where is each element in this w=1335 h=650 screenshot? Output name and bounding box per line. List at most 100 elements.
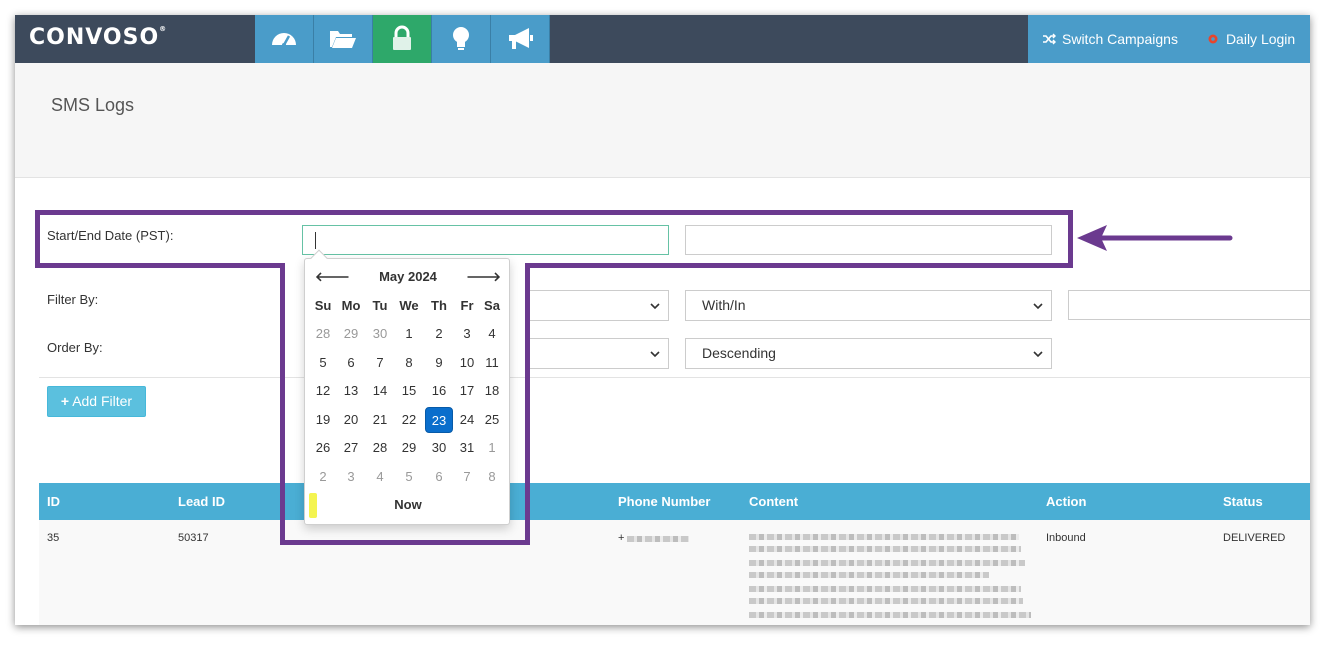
convoso-logo[interactable]: CONVOSO® [29, 25, 167, 50]
announcements-nav-button[interactable] [491, 15, 550, 63]
calendar-day[interactable]: 23 [425, 406, 453, 433]
folder-icon [330, 31, 356, 48]
calendar-day[interactable]: 5 [309, 350, 337, 376]
next-month-icon[interactable]: 🡒 [466, 269, 501, 285]
column-header-content[interactable]: Content [749, 483, 798, 520]
table-row[interactable]: 35 50317 + Inbound DELIVERED [39, 520, 1310, 625]
calendar-day[interactable]: 6 [425, 464, 453, 490]
column-header-lead-id[interactable]: Lead ID [178, 483, 225, 520]
calendar-day[interactable]: 13 [337, 378, 365, 404]
switch-campaigns-link[interactable]: Switch Campaigns [1028, 31, 1192, 47]
calendar-day[interactable]: 8 [395, 350, 423, 376]
calendar-day[interactable]: 28 [309, 321, 337, 347]
add-filter-label: Add Filter [72, 393, 133, 409]
main-nav [255, 15, 550, 63]
column-header-id[interactable]: ID [47, 483, 60, 520]
filter-operator-select[interactable]: With/In [685, 290, 1052, 321]
day-of-week-label: Mo [341, 298, 361, 313]
column-header-phone[interactable]: Phone Number [618, 483, 710, 520]
now-button[interactable]: Now [305, 497, 511, 512]
calendar-day[interactable]: 6 [337, 350, 365, 376]
app-window: CONVOSO® Switch Campaigns Daily Login SM… [15, 15, 1310, 625]
redacted-content [749, 546, 1021, 552]
calendar-day[interactable]: 10 [453, 350, 481, 376]
order-direction-select[interactable]: Descending [685, 338, 1052, 369]
calendar-day[interactable]: 29 [337, 321, 365, 347]
calendar-day[interactable]: 22 [395, 407, 423, 433]
add-filter-button[interactable]: + Add Filter [47, 386, 146, 417]
day-of-week-label: Tu [372, 298, 388, 313]
calendar-day[interactable]: 7 [366, 350, 394, 376]
datepicker-header: May 2024 🡐 🡒 [305, 269, 511, 287]
megaphone-icon [509, 28, 533, 49]
calendar-day[interactable]: 12 [309, 378, 337, 404]
calendar-day[interactable]: 1 [395, 321, 423, 347]
calendar-day[interactable]: 11 [478, 350, 506, 376]
calendar-day[interactable]: 28 [366, 435, 394, 461]
filter-operator-value: With/In [702, 297, 746, 313]
dashboard-nav-button[interactable] [255, 15, 314, 63]
redacted-content [749, 560, 1025, 566]
calendar-day[interactable]: 24 [453, 407, 481, 433]
calendar-day[interactable]: 1 [478, 435, 506, 461]
calendar-day[interactable]: 21 [366, 407, 394, 433]
calendar-day[interactable]: 31 [453, 435, 481, 461]
cell-id: 35 [47, 532, 60, 544]
calendar-day[interactable]: 14 [366, 378, 394, 404]
calendar-day[interactable]: 29 [395, 435, 423, 461]
day-of-week-label: Su [314, 298, 332, 313]
prev-month-icon[interactable]: 🡐 [315, 269, 350, 285]
calendar-day[interactable]: 3 [337, 464, 365, 490]
day-of-week-label: Fr [460, 298, 474, 313]
calendar-day[interactable]: 7 [453, 464, 481, 490]
cell-action: Inbound [1046, 532, 1086, 544]
plus-icon: + [60, 393, 70, 409]
calendar-day[interactable]: 19 [309, 407, 337, 433]
switch-campaigns-label: Switch Campaigns [1062, 31, 1178, 47]
calendar-day[interactable]: 27 [337, 435, 365, 461]
column-header-status[interactable]: Status [1223, 483, 1263, 520]
form-divider [39, 377, 1310, 378]
calendar-day[interactable]: 25 [478, 407, 506, 433]
calendar-day[interactable]: 26 [309, 435, 337, 461]
cell-phone: + [618, 532, 625, 544]
calendar-day[interactable]: 18 [478, 378, 506, 404]
filter-value-input[interactable] [1068, 290, 1310, 320]
calendar-day[interactable]: 2 [425, 321, 453, 347]
files-nav-button[interactable] [314, 15, 373, 63]
shuffle-icon [1043, 33, 1056, 45]
day-of-week-label: Th [431, 298, 447, 313]
chevron-down-icon [650, 351, 660, 358]
calendar-day[interactable]: 20 [337, 407, 365, 433]
ideas-nav-button[interactable] [432, 15, 491, 63]
annotation-arrow [1077, 225, 1233, 251]
redacted-content [749, 612, 1031, 618]
filter-field-select[interactable] [525, 290, 669, 321]
calendar-day[interactable]: 5 [395, 464, 423, 490]
calendar-day[interactable]: 3 [453, 321, 481, 347]
security-nav-button[interactable] [373, 15, 432, 63]
calendar-day[interactable]: 8 [478, 464, 506, 490]
calendar-day[interactable]: 17 [453, 378, 481, 404]
column-header-action[interactable]: Action [1046, 483, 1086, 520]
daily-login-label: Daily Login [1225, 31, 1296, 47]
lock-icon [393, 25, 411, 50]
order-field-select[interactable] [525, 338, 669, 369]
lightbulb-icon [453, 27, 469, 50]
redacted-content [749, 598, 1023, 604]
top-navbar: CONVOSO® Switch Campaigns Daily Login [15, 15, 1310, 63]
daily-login-link[interactable]: Daily Login [1192, 31, 1309, 47]
dashboard-icon [272, 33, 296, 47]
page-header [15, 63, 1310, 178]
calendar-day[interactable]: 4 [366, 464, 394, 490]
calendar-day[interactable]: 16 [425, 378, 453, 404]
date-field-highlight-box [35, 210, 1073, 268]
cell-lead-id: 50317 [178, 532, 209, 544]
calendar-day[interactable]: 9 [425, 350, 453, 376]
chevron-down-icon [1033, 303, 1043, 310]
calendar-day[interactable]: 15 [395, 378, 423, 404]
calendar-day[interactable]: 2 [309, 464, 337, 490]
calendar-day[interactable]: 30 [425, 435, 453, 461]
calendar-day[interactable]: 4 [478, 321, 506, 347]
calendar-day[interactable]: 30 [366, 321, 394, 347]
